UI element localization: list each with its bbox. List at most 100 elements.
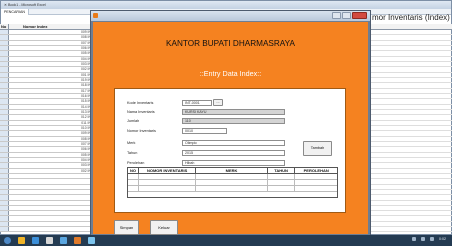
row-number-cell: [0, 61, 9, 67]
nomor-index-cell: [9, 174, 94, 178]
nomor-index-cell: 014 INT: [80, 104, 93, 109]
nomor-index-cell: 016 INT: [80, 93, 93, 98]
nomor-index-cell: [9, 190, 94, 194]
close-button[interactable]: [352, 12, 367, 19]
nomor-index-cell: 007 INT: [80, 40, 93, 45]
row-number-cell: [0, 109, 9, 115]
table-body: [128, 174, 337, 192]
nomor-index-cell: [9, 185, 94, 189]
nomor-index-cell: [9, 227, 94, 231]
maximize-button[interactable]: [342, 12, 351, 19]
row-number-cell: [0, 83, 9, 88]
table-cell: [139, 180, 197, 185]
browse-button[interactable]: ...: [213, 99, 223, 106]
column-header[interactable]: MERK: [196, 168, 268, 173]
row-number-cell: [0, 184, 9, 189]
row-number-cell: [0, 45, 9, 51]
tambah-button[interactable]: Tambah: [303, 141, 332, 156]
keluar-button[interactable]: Keluar: [150, 220, 178, 235]
system-tray: 0:02: [412, 237, 446, 241]
nomor-index-cell: 015 INT: [80, 99, 93, 104]
nomor-index-cell: 013 INT: [80, 109, 93, 114]
row-number-cell: [0, 93, 9, 99]
nomor-index-cell: 017 INT: [80, 88, 93, 93]
column-header[interactable]: TAHUN: [268, 168, 296, 173]
tahun-field[interactable]: 2015: [182, 150, 285, 156]
merk-field[interactable]: Olimpic: [182, 140, 285, 146]
jumlah-field[interactable]: 110: [182, 118, 285, 124]
right-grid-row: [360, 227, 452, 233]
start-icon[interactable]: [4, 237, 11, 244]
col-nomor-index-header: Nomor Index: [23, 24, 48, 29]
table-row[interactable]: [128, 186, 337, 192]
taskbar: 0:02: [0, 235, 452, 246]
entry-form-window: KANTOR BUPATI DHARMASRAYA ::Entry Data I…: [90, 10, 371, 236]
table-cell: [196, 186, 268, 191]
nomor-index-cell: 005 INT: [80, 51, 93, 56]
volume-icon[interactable]: [421, 237, 425, 241]
table-cell: [295, 186, 337, 191]
kode-field[interactable]: INT-0001: [182, 100, 212, 106]
nomor-index-cell: 009 INT: [80, 131, 93, 136]
row-number-cell: [0, 115, 9, 120]
taskbar-app-icon[interactable]: [18, 237, 25, 244]
form-heading: ::Entry Data Index::: [199, 69, 262, 78]
nomor-index-cell: 009 INT: [80, 30, 93, 34]
nomor-index-cell: [9, 216, 94, 220]
taskbar-app-icon[interactable]: [46, 237, 53, 244]
table-row[interactable]: [0, 227, 94, 233]
row-number-cell: [0, 216, 9, 221]
row-number-cell: [0, 221, 9, 227]
table-cell: [268, 186, 296, 191]
taskbar-app-icon[interactable]: [32, 237, 39, 244]
nomor-field[interactable]: 0010: [182, 128, 227, 134]
index-grid: No Nomor Index 009 INT 008 INT 007 INT 006 …: [0, 24, 95, 235]
minimize-button[interactable]: [332, 12, 341, 19]
clock[interactable]: 0:02: [439, 237, 446, 241]
form-body: KANTOR BUPATI DHARMASRAYA ::Entry Data I…: [93, 22, 368, 235]
row-number-cell: [0, 88, 9, 93]
nomor-index-cell: 012 INT: [80, 115, 93, 120]
table-cell: [128, 174, 139, 179]
taskbar-icons: [11, 237, 95, 244]
nomor-label: Nomor Inventaris: [127, 129, 156, 133]
row-number-cell: [0, 51, 9, 56]
network-icon[interactable]: [412, 237, 416, 241]
taskbar-app-icon[interactable]: [88, 237, 95, 244]
table-cell: [295, 180, 337, 185]
row-number-cell: [0, 179, 9, 184]
right-grid: nm: [360, 24, 452, 235]
right-grid-rows: [360, 30, 452, 233]
nomor-index-cell: [9, 195, 94, 199]
window-controls: [332, 12, 367, 19]
grid-rows: 009 INT 008 INT 007 INT 006 INT 005 INT 004 I…: [0, 30, 94, 233]
nomor-index-cell: 001 INT: [80, 72, 93, 77]
row-number-cell: [0, 211, 9, 216]
flag-icon[interactable]: [430, 237, 434, 241]
row-number-cell: [0, 189, 9, 195]
simpan-button[interactable]: Simpan: [114, 220, 139, 235]
column-header[interactable]: PEROLEHAN: [295, 168, 337, 173]
row-number-cell: [0, 168, 9, 173]
tab-pencarian[interactable]: PENCARIAN: [1, 9, 29, 15]
column-header[interactable]: NOMOR INVENTARIS: [139, 168, 197, 173]
kode-label: Kode Inventaris: [127, 101, 154, 105]
row-number-cell: [0, 30, 9, 35]
taskbar-app-icon[interactable]: [60, 237, 67, 244]
nomor-index-cell: 010 INT: [80, 125, 93, 130]
perolehan-field[interactable]: Hibah: [182, 160, 285, 166]
nama-field[interactable]: KURSI KAYU: [182, 109, 285, 115]
nomor-index-cell: 002 INT: [80, 67, 93, 72]
table-cell: [268, 180, 296, 185]
row-number-cell: [0, 131, 9, 136]
nomor-index-cell: 018 INT: [80, 83, 93, 88]
row-number-cell: [0, 125, 9, 131]
form-titlebar[interactable]: [91, 11, 370, 21]
nomor-index-cell: 008 INT: [80, 136, 93, 141]
column-header[interactable]: NO: [128, 168, 139, 173]
taskbar-app-icon[interactable]: [74, 237, 81, 244]
nomor-index-cell: [9, 201, 94, 205]
nomor-index-cell: 002 INT: [80, 168, 93, 173]
nomor-index-cell: [9, 206, 94, 210]
app-icon: [93, 13, 98, 18]
